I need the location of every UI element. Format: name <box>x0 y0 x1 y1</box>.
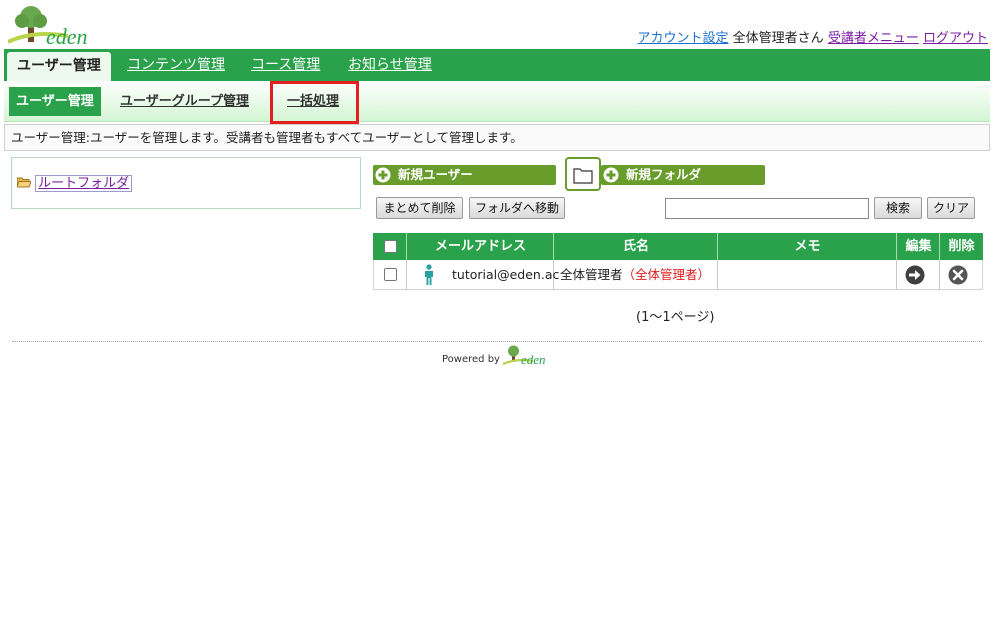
delete-x-icon[interactable] <box>948 265 968 289</box>
new-folder-button[interactable]: 新規フォルダ <box>601 165 765 185</box>
clear-button[interactable]: クリア <box>927 197 975 219</box>
folder-tree: ルートフォルダ <box>11 157 361 209</box>
row-checkbox[interactable] <box>384 268 397 281</box>
highlight-box <box>270 81 359 124</box>
user-role: （全体管理者） <box>622 267 711 282</box>
user-name: 全体管理者さん <box>732 31 824 46</box>
logout-link[interactable]: ログアウト <box>923 31 988 46</box>
header-divider <box>896 233 897 260</box>
header-edit: 編集 <box>905 239 932 254</box>
tab-content-management[interactable]: コンテンツ管理 <box>127 49 225 81</box>
powered-by: Powered by eden <box>442 344 555 369</box>
bulk-delete-button[interactable]: まとめて削除 <box>376 197 463 219</box>
pager: (1～1ページ) <box>636 310 715 325</box>
move-to-folder-button[interactable]: フォルダへ移動 <box>469 197 565 219</box>
svg-text:eden: eden <box>46 24 88 46</box>
tree-item-root[interactable]: ルートフォルダ <box>16 172 133 192</box>
search-input[interactable] <box>665 198 869 219</box>
header-name[interactable]: 氏名 <box>554 233 718 260</box>
page-description: ユーザー管理:ユーザーを管理します。受講者も管理者もすべてユーザーとして管理しま… <box>4 124 990 151</box>
header-divider <box>939 233 940 260</box>
search-button[interactable]: 検索 <box>874 197 922 219</box>
plus-circle-icon <box>375 167 391 183</box>
subtab-user-group-management[interactable]: ユーザーグループ管理 <box>120 87 249 116</box>
new-user-label: 新規ユーザー <box>398 167 473 182</box>
sub-tab-bar: ユーザー管理 ユーザーグループ管理 一括処理 <box>4 81 990 122</box>
row-divider <box>939 260 940 290</box>
main-tab-bar: ユーザー管理 コンテンツ管理 コース管理 お知らせ管理 <box>4 49 990 81</box>
select-all-checkbox[interactable] <box>384 240 397 253</box>
edit-arrow-icon[interactable] <box>905 265 925 289</box>
user-icon <box>424 264 434 289</box>
footer-divider <box>12 341 982 342</box>
header-email[interactable]: メールアドレス <box>407 233 554 260</box>
subtab-user-management[interactable]: ユーザー管理 <box>9 87 101 116</box>
root-folder-label[interactable]: ルートフォルダ <box>35 175 133 192</box>
user-full-name: 全体管理者 <box>560 267 623 282</box>
tab-user-management[interactable]: ユーザー管理 <box>7 52 111 81</box>
account-settings-link[interactable]: アカウント設定 <box>638 31 729 46</box>
folder-open-icon <box>16 176 35 191</box>
learner-menu-link[interactable]: 受講者メニュー <box>828 31 919 46</box>
eden-logo: eden <box>7 4 108 49</box>
powered-by-text: Powered by <box>442 354 500 365</box>
plus-circle-icon <box>603 167 619 183</box>
row-divider <box>406 260 407 290</box>
svg-text:eden: eden <box>521 352 546 366</box>
cell-name: 全体管理者（全体管理者） <box>560 260 710 290</box>
row-divider <box>896 260 897 290</box>
row-divider <box>717 260 718 290</box>
header-divider <box>553 233 554 260</box>
new-user-button[interactable]: 新規ユーザー <box>373 165 556 185</box>
header-delete: 削除 <box>948 239 975 254</box>
tab-course-management[interactable]: コース管理 <box>251 49 320 81</box>
folder-icon <box>573 168 593 184</box>
top-links: アカウント設定 全体管理者さん 受講者メニュー ログアウト <box>638 27 988 46</box>
folder-button[interactable] <box>565 157 601 191</box>
footer-eden-logo: eden <box>502 345 546 367</box>
header-memo[interactable]: メモ <box>718 233 897 260</box>
tab-notice-management[interactable]: お知らせ管理 <box>348 49 432 81</box>
header-divider <box>406 233 407 260</box>
header-divider <box>717 233 718 260</box>
cell-email: tutorial@eden.ac <box>452 267 560 282</box>
new-folder-label: 新規フォルダ <box>626 167 702 182</box>
